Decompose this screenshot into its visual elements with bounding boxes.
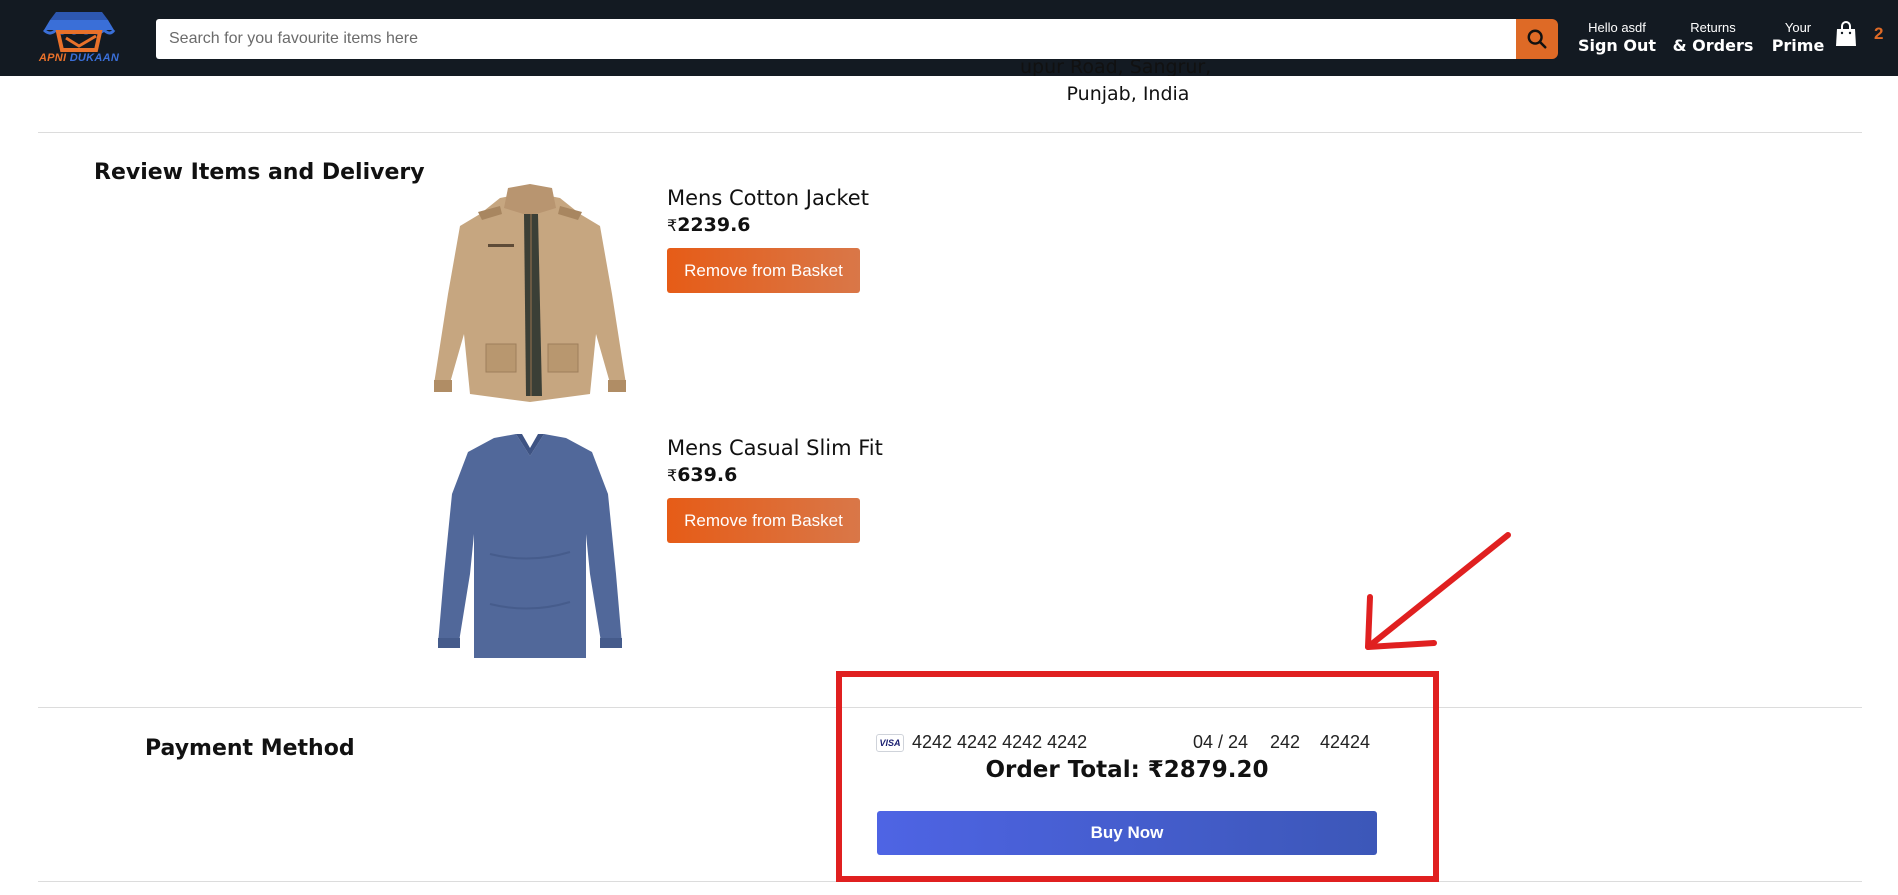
item-title: Mens Casual Slim Fit bbox=[667, 436, 883, 460]
review-section-title: Review Items and Delivery bbox=[94, 160, 425, 185]
sweater-image bbox=[438, 434, 622, 658]
search-input[interactable] bbox=[156, 19, 1516, 59]
item-price: ₹2239.6 bbox=[667, 214, 751, 236]
currency-symbol: ₹ bbox=[667, 216, 678, 235]
basket-button[interactable]: 2 bbox=[1834, 20, 1884, 52]
nav-prime[interactable]: Your Prime bbox=[1768, 20, 1828, 56]
currency-symbol: ₹ bbox=[667, 466, 678, 485]
nav-returns-label: Returns bbox=[1690, 20, 1736, 35]
nav-greeting: Hello asdf bbox=[1588, 20, 1646, 35]
top-navbar: APNI DUKAAN Hello asdf Sign Out Returns … bbox=[0, 0, 1898, 76]
logo-text-dukaan: DUKAAN bbox=[69, 52, 120, 64]
search-bar bbox=[156, 19, 1558, 59]
annotation-highlight-box bbox=[836, 671, 1439, 882]
address-partial-line: upur Road, Sangrur, bbox=[1020, 60, 1212, 76]
annotation-arrow-icon bbox=[1365, 532, 1511, 650]
shopping-bag-icon bbox=[1836, 21, 1856, 46]
nav-prime-label: Prime bbox=[1771, 36, 1825, 55]
nav-sign-out-label: Sign Out bbox=[1577, 36, 1657, 55]
nav-your-label: Your bbox=[1784, 20, 1812, 35]
item-title: Mens Cotton Jacket bbox=[667, 186, 869, 210]
search-button[interactable] bbox=[1516, 19, 1558, 59]
logo-text-apni: APNI bbox=[38, 52, 67, 64]
payment-section-title: Payment Method bbox=[145, 736, 355, 761]
site-logo[interactable]: APNI DUKAAN bbox=[36, 6, 122, 68]
basket-item: Mens Cotton Jacket ₹2239.6 Remove from B… bbox=[430, 184, 930, 414]
search-icon bbox=[1527, 29, 1547, 49]
remove-from-basket-button[interactable]: Remove from Basket bbox=[667, 498, 860, 543]
remove-from-basket-button[interactable]: Remove from Basket bbox=[667, 248, 860, 293]
item-price: ₹639.6 bbox=[667, 464, 738, 486]
storefront-icon bbox=[42, 12, 116, 52]
basket-item: Mens Casual Slim Fit ₹639.6 Remove from … bbox=[430, 434, 930, 664]
nav-sign-out[interactable]: Hello asdf Sign Out bbox=[1576, 20, 1658, 56]
section-divider bbox=[38, 132, 1862, 133]
address-state-line: Punjab, India bbox=[1066, 83, 1190, 105]
basket-count: 2 bbox=[1874, 24, 1884, 43]
nav-returns-orders[interactable]: Returns & Orders bbox=[1670, 20, 1756, 56]
nav-orders-label: & Orders bbox=[1672, 36, 1754, 55]
jacket-image bbox=[434, 184, 626, 402]
